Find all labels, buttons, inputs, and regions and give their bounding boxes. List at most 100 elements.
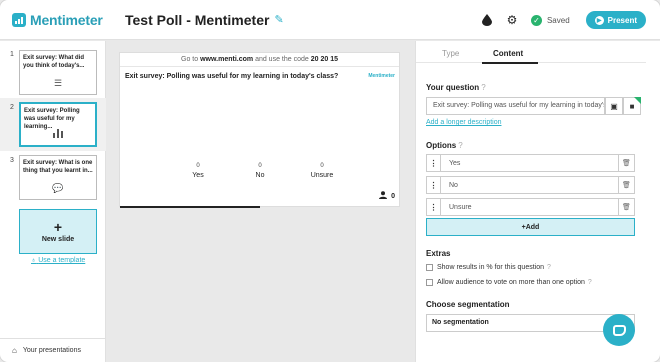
result-label: Unsure — [310, 172, 334, 179]
settings-gear-icon[interactable]: ⚙ — [505, 13, 519, 27]
option-input[interactable]: Unsure — [441, 204, 618, 211]
menti-url: www.menti.com — [200, 56, 254, 63]
tab-type[interactable]: Type — [442, 49, 459, 58]
response-count: 0 — [379, 191, 395, 201]
slide-text: Exit survey: Polling was useful for my l… — [24, 108, 80, 130]
slide-thumbnail-2[interactable]: Exit survey: Polling was useful for my l… — [19, 102, 97, 147]
result-label: Yes — [192, 172, 204, 179]
code-prefix: Go to — [181, 56, 199, 63]
top-bar: Mentimeter Test Poll - Mentimeter ✎ ⚙ ✓ … — [0, 0, 660, 40]
check-icon: ✓ — [530, 14, 542, 26]
header-actions: ⚙ ✓ Saved ▶ Present — [469, 0, 646, 40]
multiple-votes-label: Allow audience to vote on more than one … — [437, 279, 585, 286]
result-label: No — [255, 172, 265, 179]
option-row-1: ⋮ Yes 🗑 — [426, 154, 635, 172]
chat-icon — [612, 324, 626, 336]
drag-handle-icon[interactable]: ⋮ — [427, 199, 441, 215]
result-value: 0 — [258, 163, 262, 169]
image-icon: ▣ — [610, 101, 618, 111]
tab-content[interactable]: Content — [493, 49, 523, 58]
drag-handle-icon[interactable]: ⋮ — [427, 177, 441, 193]
options-label: Options — [426, 141, 457, 150]
show-percent-checkbox[interactable] — [426, 264, 433, 271]
result-value: 0 — [196, 163, 200, 169]
your-question-heading: Your question? — [426, 83, 486, 92]
option-input[interactable]: Yes — [441, 160, 618, 167]
your-question-label: Your question — [426, 83, 480, 92]
present-button[interactable]: ▶ Present — [585, 11, 646, 29]
presentation-title[interactable]: Test Poll - Mentimeter — [125, 12, 269, 28]
option-input[interactable]: No — [441, 182, 618, 189]
slide-text: Exit survey: What is one thing that you … — [23, 160, 93, 174]
slide-thumbnail-3[interactable]: Exit survey: What is one thing that you … — [19, 155, 97, 200]
options-heading: Options? — [426, 141, 463, 150]
slides-panel: 1 Exit survey: What did you think of tod… — [0, 41, 106, 362]
voting-code: 20 20 15 — [310, 56, 338, 63]
sliders-icon: ☰ — [53, 78, 63, 88]
play-icon: ▶ — [594, 15, 604, 25]
app-window: Mentimeter Test Poll - Mentimeter ✎ ⚙ ✓ … — [0, 0, 660, 362]
delete-trash-icon[interactable]: 🗑 — [618, 199, 634, 215]
response-count-value: 0 — [391, 192, 395, 200]
chat-support-button[interactable] — [603, 314, 635, 346]
slide-thumbnail-1[interactable]: Exit survey: What did you think of today… — [19, 50, 97, 95]
delete-trash-icon[interactable]: 🗑 — [618, 155, 634, 171]
logo[interactable]: Mentimeter — [12, 12, 107, 28]
use-template-link[interactable]: ♁ Use a template — [31, 257, 85, 264]
show-percent-option[interactable]: Show results in % for this question ? — [426, 264, 551, 271]
active-tab-indicator — [482, 62, 538, 64]
your-presentations-link[interactable]: ⌂ Your presentations — [0, 338, 106, 362]
slide-row-3[interactable]: 3 Exit survey: What is one thing that yo… — [0, 153, 106, 206]
result-column-no: 0 No — [235, 163, 285, 179]
extras-label: Extras — [426, 249, 451, 258]
slide-progress-bar — [120, 206, 260, 208]
bulb-icon: ♁ — [31, 257, 37, 264]
slide-row-1[interactable]: 1 Exit survey: What did you think of tod… — [0, 41, 106, 95]
speech-bubbles-icon: 💬 — [52, 183, 64, 193]
help-icon[interactable]: ? — [458, 141, 462, 150]
person-icon — [379, 191, 388, 201]
result-column-unsure: 0 Unsure — [297, 163, 347, 179]
new-slide-label: New slide — [41, 235, 75, 243]
add-video-button[interactable]: ■ — [623, 97, 641, 115]
multiple-votes-option[interactable]: Allow audience to vote on more than one … — [426, 279, 592, 286]
option-row-3: ⋮ Unsure 🗑 — [426, 198, 635, 216]
longer-description-link[interactable]: Add a longer description — [426, 119, 502, 126]
bar-chart-icon — [21, 129, 95, 140]
drag-handle-icon[interactable]: ⋮ — [427, 155, 441, 171]
theme-drop-icon[interactable] — [480, 13, 494, 27]
saved-status: ✓ Saved — [530, 14, 570, 26]
slide-text: Exit survey: What did you think of today… — [23, 55, 85, 69]
multiple-votes-checkbox[interactable] — [426, 279, 433, 286]
preview-question: Exit survey: Polling was useful for my l… — [125, 73, 339, 80]
slide-preview: Go to www.menti.com and use the code 20 … — [119, 52, 400, 208]
home-icon: ⌂ — [12, 346, 17, 355]
template-link-label: Use a template — [38, 257, 86, 264]
slide-number: 2 — [10, 104, 14, 111]
slide-number: 1 — [10, 51, 14, 58]
logo-text: Mentimeter — [30, 11, 103, 28]
code-mid: and use the code — [255, 56, 309, 63]
new-slide-button[interactable]: + New slide — [19, 209, 97, 254]
delete-trash-icon[interactable]: 🗑 — [618, 177, 634, 193]
show-percent-label: Show results in % for this question — [437, 264, 544, 271]
your-presentations-label: Your presentations — [22, 347, 81, 354]
plus-icon: + — [53, 218, 63, 235]
help-icon[interactable]: ? — [547, 264, 551, 271]
slide-number: 3 — [10, 157, 14, 164]
segmentation-label: Choose segmentation — [426, 300, 510, 309]
help-icon[interactable]: ? — [481, 83, 485, 92]
add-image-button[interactable]: ▣ — [605, 97, 623, 115]
result-value: 0 — [320, 163, 324, 169]
option-row-2: ⋮ No 🗑 — [426, 176, 635, 194]
slide-row-2[interactable]: 2 Exit survey: Polling was useful for my… — [0, 98, 106, 151]
new-badge — [634, 97, 641, 104]
logo-icon — [12, 12, 26, 27]
add-option-button[interactable]: +Add — [426, 218, 635, 236]
result-column-yes: 0 Yes — [173, 163, 223, 179]
help-icon[interactable]: ? — [588, 279, 592, 286]
question-input[interactable]: Exit survey: Polling was useful for my l… — [426, 97, 605, 115]
saved-label: Saved — [546, 15, 570, 25]
preview-brand: Mentimeter — [368, 73, 395, 79]
edit-title-icon[interactable]: ✎ — [274, 13, 283, 26]
